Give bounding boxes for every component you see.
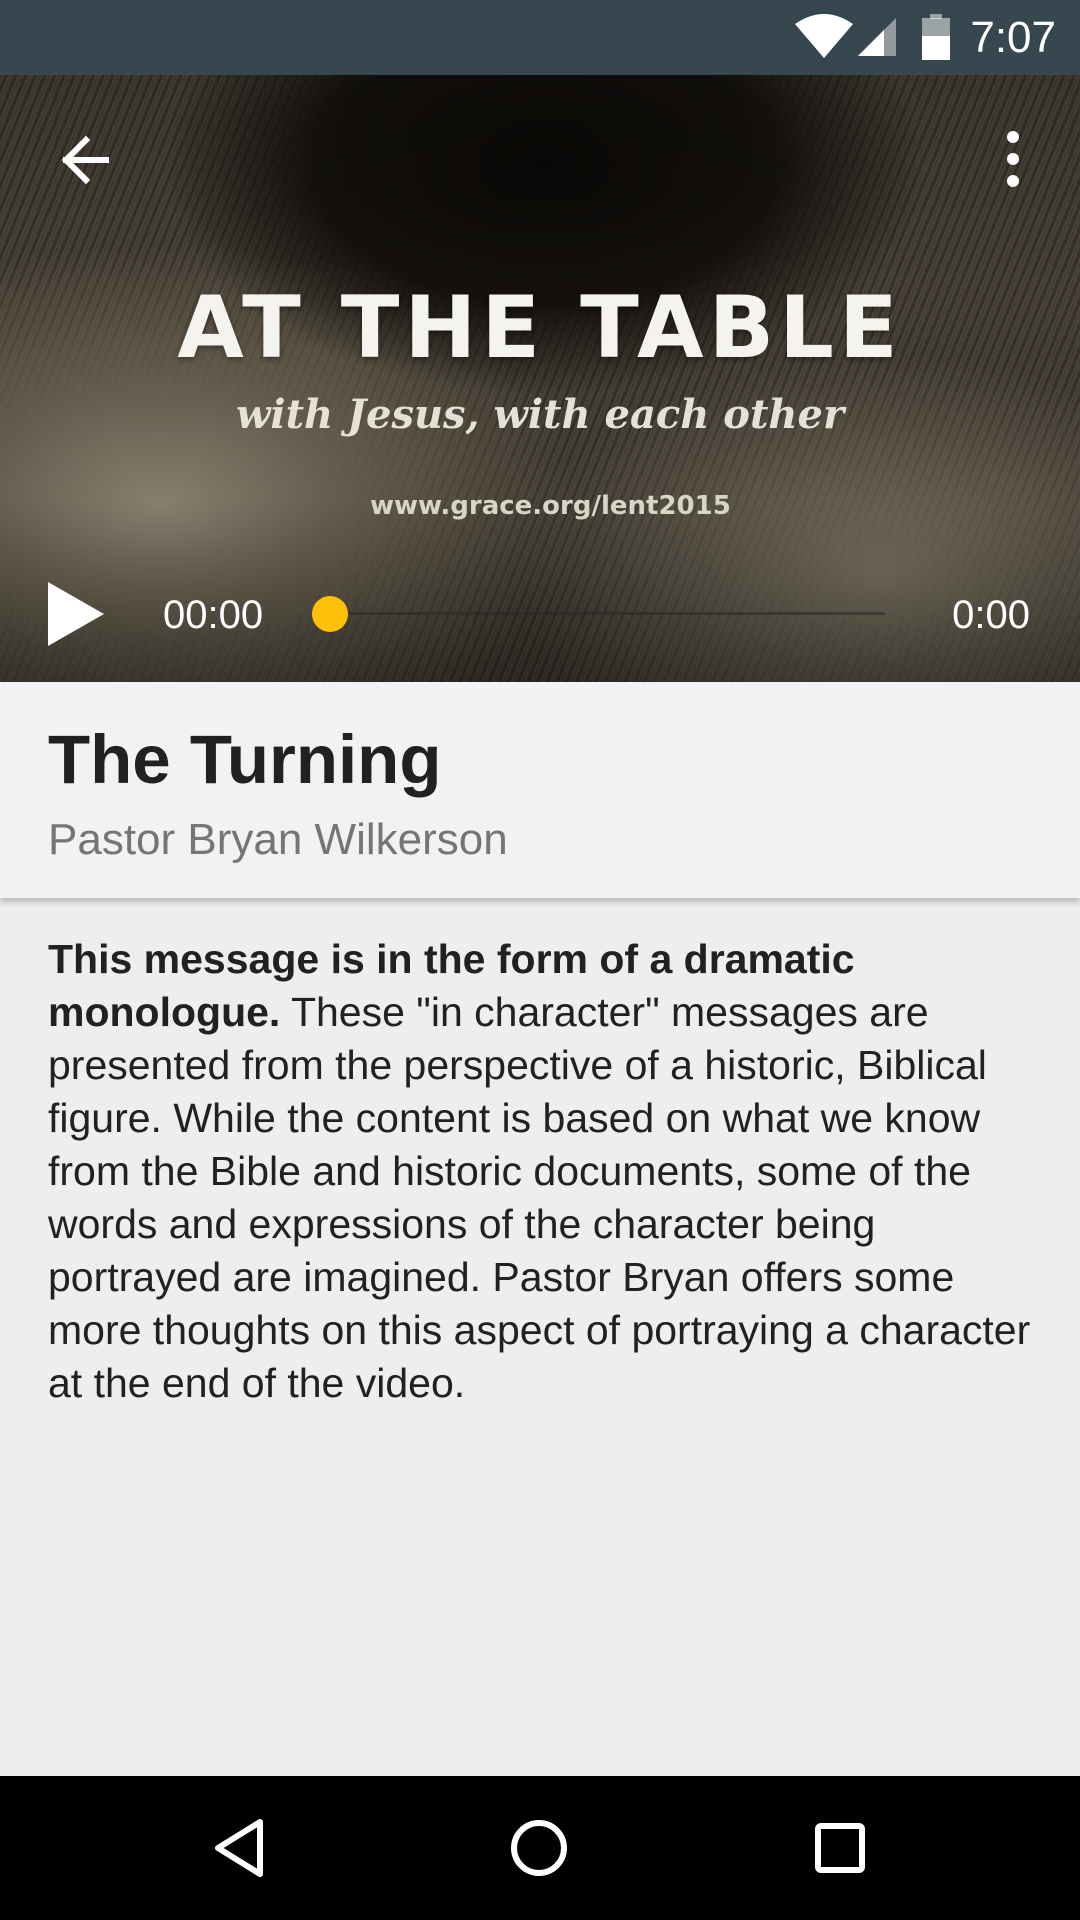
system-nav-bar bbox=[0, 1776, 1080, 1920]
elapsed-time: 00:00 bbox=[163, 593, 264, 637]
play-icon bbox=[48, 582, 104, 646]
series-subtitle: with Jesus, with each other bbox=[235, 391, 845, 438]
message-info-card: The Turning Pastor Bryan Wilkerson bbox=[0, 682, 1080, 898]
wifi-icon bbox=[795, 14, 853, 58]
series-url: www.grace.org/lent2015 bbox=[370, 491, 731, 521]
nav-back-button[interactable] bbox=[204, 1812, 276, 1884]
more-vert-icon bbox=[1007, 131, 1019, 187]
message-description: This message is in the form of a dramati… bbox=[48, 933, 1038, 1410]
battery-icon bbox=[922, 14, 950, 60]
series-title: AT THE TABLE bbox=[177, 278, 903, 378]
sermon-artwork: AT THE TABLE with Jesus, with each other… bbox=[0, 75, 1080, 682]
seek-thumb[interactable] bbox=[312, 596, 348, 632]
speaker-name: Pastor Bryan Wilkerson bbox=[48, 815, 508, 864]
back-button[interactable] bbox=[50, 128, 118, 196]
play-button[interactable] bbox=[40, 578, 110, 650]
more-options-button[interactable] bbox=[990, 125, 1036, 193]
message-title: The Turning bbox=[48, 721, 442, 798]
nav-home-icon bbox=[511, 1820, 567, 1876]
seek-bar[interactable] bbox=[330, 612, 885, 615]
artwork-shade bbox=[0, 75, 1080, 682]
nav-recents-icon bbox=[815, 1823, 865, 1873]
nav-recents-button[interactable] bbox=[804, 1812, 876, 1884]
status-time: 7:07 bbox=[970, 13, 1056, 62]
nav-home-button[interactable] bbox=[503, 1812, 575, 1884]
cell-signal-icon bbox=[858, 18, 896, 56]
arrow-back-icon bbox=[61, 135, 109, 185]
nav-back-icon bbox=[215, 1819, 263, 1877]
description-text: These "in character" messages are presen… bbox=[48, 989, 1031, 1406]
status-bar: 7:07 bbox=[0, 0, 1080, 75]
total-duration: 0:00 bbox=[952, 593, 1030, 637]
